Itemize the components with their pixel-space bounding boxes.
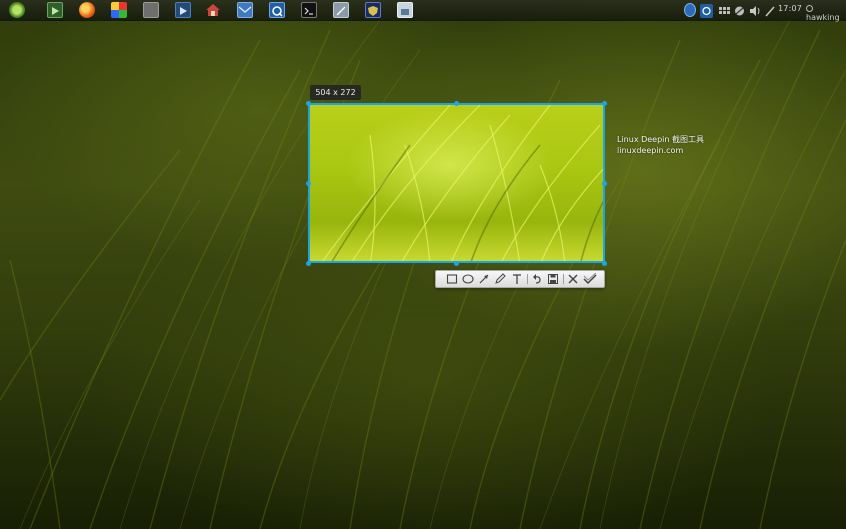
cancel-icon[interactable] xyxy=(566,272,580,286)
terminal-green-icon[interactable] xyxy=(47,2,63,18)
resize-handle-bottom-left[interactable] xyxy=(306,261,311,266)
grid-icon[interactable] xyxy=(719,3,730,17)
watermark-url: linuxdeepin.com xyxy=(617,146,684,155)
media-player-icon[interactable] xyxy=(175,2,191,18)
resize-handle-bottom-right[interactable] xyxy=(602,261,607,266)
screenshot-toolbar xyxy=(435,270,605,288)
user-status-icon xyxy=(806,5,813,12)
username-label: hawking xyxy=(806,13,840,22)
selection-size-label: 504 x 272 xyxy=(310,85,361,100)
resize-handle-top-right[interactable] xyxy=(602,101,607,106)
pen-icon[interactable] xyxy=(765,3,775,17)
disk-icon[interactable] xyxy=(143,2,159,18)
ellipse-icon[interactable] xyxy=(461,272,475,286)
watermark-title: Linux Deepin 截图工具 xyxy=(617,135,705,144)
resize-handle-top[interactable] xyxy=(454,101,459,106)
text-editor-icon[interactable] xyxy=(333,2,349,18)
deepin-watermark: Linux Deepin 截图工具 linuxdeepin.com xyxy=(617,134,704,156)
shield-icon[interactable] xyxy=(365,2,381,18)
confirm-icon[interactable] xyxy=(583,272,597,286)
username-text[interactable]: hawking xyxy=(806,4,846,22)
deepin-logo-icon[interactable] xyxy=(9,2,25,18)
resize-handle-right[interactable] xyxy=(602,181,607,186)
save-icon[interactable] xyxy=(546,272,560,286)
capture-overlay-dim[interactable] xyxy=(0,0,846,529)
network-icon[interactable] xyxy=(734,3,745,17)
capture-selection-area[interactable] xyxy=(308,103,605,263)
arrow-icon[interactable] xyxy=(477,272,491,286)
selection-grass xyxy=(322,105,603,261)
qq-tray-icon[interactable] xyxy=(700,3,713,18)
pen-icon[interactable] xyxy=(493,272,507,286)
text-icon[interactable] xyxy=(510,272,524,286)
clock-text[interactable]: 17:07 xyxy=(778,4,802,13)
settings-icon[interactable] xyxy=(684,3,696,17)
toolbar-separator xyxy=(527,274,528,284)
volume-icon[interactable] xyxy=(749,3,761,17)
toolbar-separator xyxy=(563,274,564,284)
mail-icon[interactable] xyxy=(237,2,253,18)
resize-handle-left[interactable] xyxy=(306,181,311,186)
rectangle-icon[interactable] xyxy=(445,272,459,286)
home-icon[interactable] xyxy=(205,2,221,18)
color-palette-icon[interactable] xyxy=(111,2,127,18)
terminal-icon[interactable] xyxy=(301,2,317,18)
undo-icon[interactable] xyxy=(530,272,544,286)
resize-handle-bottom[interactable] xyxy=(454,261,459,266)
qq-icon[interactable] xyxy=(269,2,285,18)
top-panel: 17:07 hawking xyxy=(0,0,846,22)
firefox-icon[interactable] xyxy=(79,2,95,18)
document-icon[interactable] xyxy=(397,2,413,18)
resize-handle-top-left[interactable] xyxy=(306,101,311,106)
